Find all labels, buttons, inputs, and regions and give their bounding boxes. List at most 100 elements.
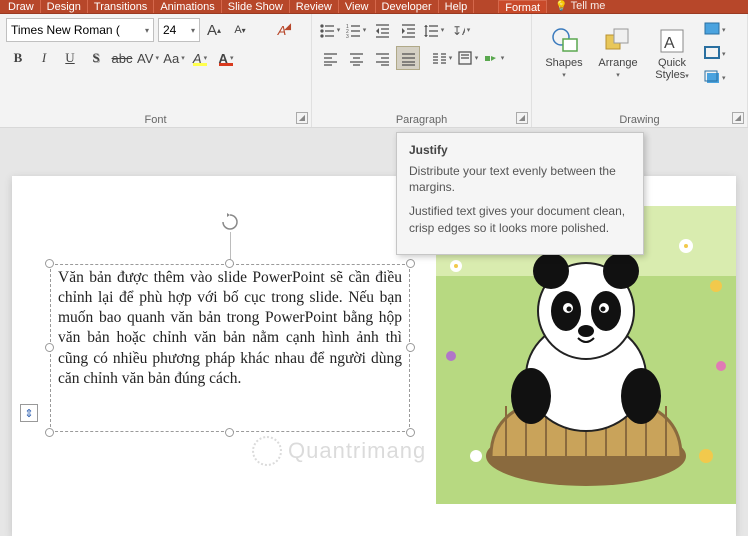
tooltip-text-1: Distribute your text evenly between the … <box>409 163 631 195</box>
font-dialog-launcher[interactable]: ◢ <box>296 112 308 124</box>
tab-animations[interactable]: Animations <box>154 0 221 13</box>
text-box-border[interactable] <box>50 264 410 432</box>
decrease-indent-button[interactable] <box>370 18 394 42</box>
columns-icon <box>432 51 447 66</box>
clear-formatting-button[interactable]: A◢ <box>270 18 294 42</box>
align-center-icon <box>349 51 364 66</box>
resize-handle-se[interactable] <box>406 428 415 437</box>
quick-styles-icon: A <box>658 25 686 57</box>
tooltip-text-2: Justified text gives your document clean… <box>409 203 631 235</box>
tab-slideshow[interactable]: Slide Show <box>222 0 290 13</box>
justify-tooltip: Justify Distribute your text evenly betw… <box>396 132 644 255</box>
resize-handle-sw[interactable] <box>45 428 54 437</box>
increase-indent-icon <box>401 23 416 38</box>
italic-button[interactable]: I <box>32 46 56 70</box>
change-case-button[interactable]: Aa <box>162 46 186 70</box>
shape-effects-button[interactable]: ▾ <box>704 67 726 89</box>
svg-text:3: 3 <box>346 34 349 38</box>
columns-button[interactable] <box>430 46 454 70</box>
tell-me-box[interactable]: Tell me <box>555 0 605 13</box>
paragraph-dialog-launcher[interactable]: ◢ <box>516 112 528 124</box>
resize-handle-e[interactable] <box>406 343 415 352</box>
resize-handle-n[interactable] <box>225 259 234 268</box>
align-center-button[interactable] <box>344 46 368 70</box>
shapes-button[interactable]: Shapes ▾ <box>538 18 590 90</box>
tooltip-title: Justify <box>409 143 631 157</box>
shape-outline-icon <box>704 46 722 62</box>
strikethrough-button[interactable]: abc <box>110 46 134 70</box>
resize-handle-nw[interactable] <box>45 259 54 268</box>
paragraph-group-label: Paragraph <box>312 114 531 126</box>
shape-effects-icon <box>704 70 722 86</box>
grow-font-button[interactable]: A▴ <box>202 18 226 42</box>
tab-developer[interactable]: Developer <box>376 0 439 13</box>
font-size-combo[interactable]: 24 ▾ <box>158 18 200 42</box>
svg-text:A: A <box>664 35 675 52</box>
font-name-value: Times New Roman ( <box>11 23 120 37</box>
chevron-down-icon: ▾ <box>191 26 195 35</box>
char-spacing-button[interactable]: AV <box>136 46 160 70</box>
shrink-font-button[interactable]: A▾ <box>228 18 252 42</box>
shapes-icon <box>549 25 579 57</box>
resize-handle-ne[interactable] <box>406 259 415 268</box>
bullets-button[interactable] <box>318 18 342 42</box>
tab-view[interactable]: View <box>339 0 376 13</box>
resize-handle-w[interactable] <box>45 343 54 352</box>
justify-icon <box>401 51 416 66</box>
bold-button[interactable]: B <box>6 46 30 70</box>
smartart-icon <box>484 51 499 66</box>
rotate-handle[interactable] <box>220 212 240 232</box>
tab-draw[interactable]: Draw <box>2 0 41 13</box>
tab-design[interactable]: Design <box>41 0 88 13</box>
resize-handle-s[interactable] <box>225 428 234 437</box>
highlight-swatch <box>193 63 207 66</box>
shape-fill-icon <box>704 22 722 38</box>
tab-review[interactable]: Review <box>290 0 339 13</box>
ribbon: Times New Roman ( ▾ 24 ▾ A▴ A▾ A◢ B I U … <box>0 14 748 128</box>
chevron-down-icon: ▾ <box>616 71 620 79</box>
smartart-button[interactable] <box>482 46 506 70</box>
align-left-icon <box>323 51 338 66</box>
align-right-button[interactable] <box>370 46 394 70</box>
slide-canvas[interactable]: Justify Distribute your text evenly betw… <box>0 128 748 530</box>
autofit-options-button[interactable]: ⇕ <box>20 404 38 422</box>
line-spacing-button[interactable] <box>422 18 446 42</box>
justify-button[interactable] <box>396 46 420 70</box>
decrease-indent-icon <box>375 23 390 38</box>
shape-fill-button[interactable]: ▾ <box>704 19 726 41</box>
quick-styles-button[interactable]: A Quick Styles▾ <box>646 18 698 90</box>
bullets-icon <box>320 23 335 38</box>
font-color-button[interactable]: A <box>214 46 238 70</box>
drawing-dialog-launcher[interactable]: ◢ <box>732 112 744 124</box>
tab-format[interactable]: Format <box>498 0 547 13</box>
chevron-down-icon: ▾ <box>562 71 566 79</box>
highlight-button[interactable]: A <box>188 46 212 70</box>
font-group-label: Font <box>0 114 311 126</box>
numbering-button[interactable]: 123 <box>344 18 368 42</box>
text-shadow-button[interactable]: S <box>84 46 108 70</box>
fontcolor-swatch <box>219 63 233 66</box>
font-size-value: 24 <box>163 23 176 37</box>
numbering-icon: 123 <box>346 23 361 38</box>
align-text-button[interactable] <box>456 46 480 70</box>
ribbon-tabs: Draw Design Transitions Animations Slide… <box>0 0 748 14</box>
font-group: Times New Roman ( ▾ 24 ▾ A▴ A▾ A◢ B I U … <box>0 14 312 127</box>
text-box[interactable]: Văn bản được thêm vào slide PowerPoint s… <box>50 264 410 432</box>
arrange-button[interactable]: Arrange ▾ <box>592 18 644 90</box>
text-direction-icon: ↧A <box>450 23 465 38</box>
text-direction-button[interactable]: ↧A <box>448 18 472 42</box>
tab-help[interactable]: Help <box>439 0 475 13</box>
shape-outline-button[interactable]: ▾ <box>704 43 726 65</box>
line-spacing-icon <box>424 23 439 38</box>
drawing-group-label: Drawing <box>532 114 747 126</box>
underline-button[interactable]: U <box>58 46 82 70</box>
arrange-icon <box>604 25 632 57</box>
align-text-icon <box>458 51 473 66</box>
paragraph-group: 123 ↧A <box>312 14 532 127</box>
increase-indent-button[interactable] <box>396 18 420 42</box>
align-right-icon <box>375 51 390 66</box>
font-name-combo[interactable]: Times New Roman ( ▾ <box>6 18 154 42</box>
tab-transitions[interactable]: Transitions <box>88 0 154 13</box>
align-left-button[interactable] <box>318 46 342 70</box>
chevron-down-icon: ▾ <box>145 26 149 35</box>
